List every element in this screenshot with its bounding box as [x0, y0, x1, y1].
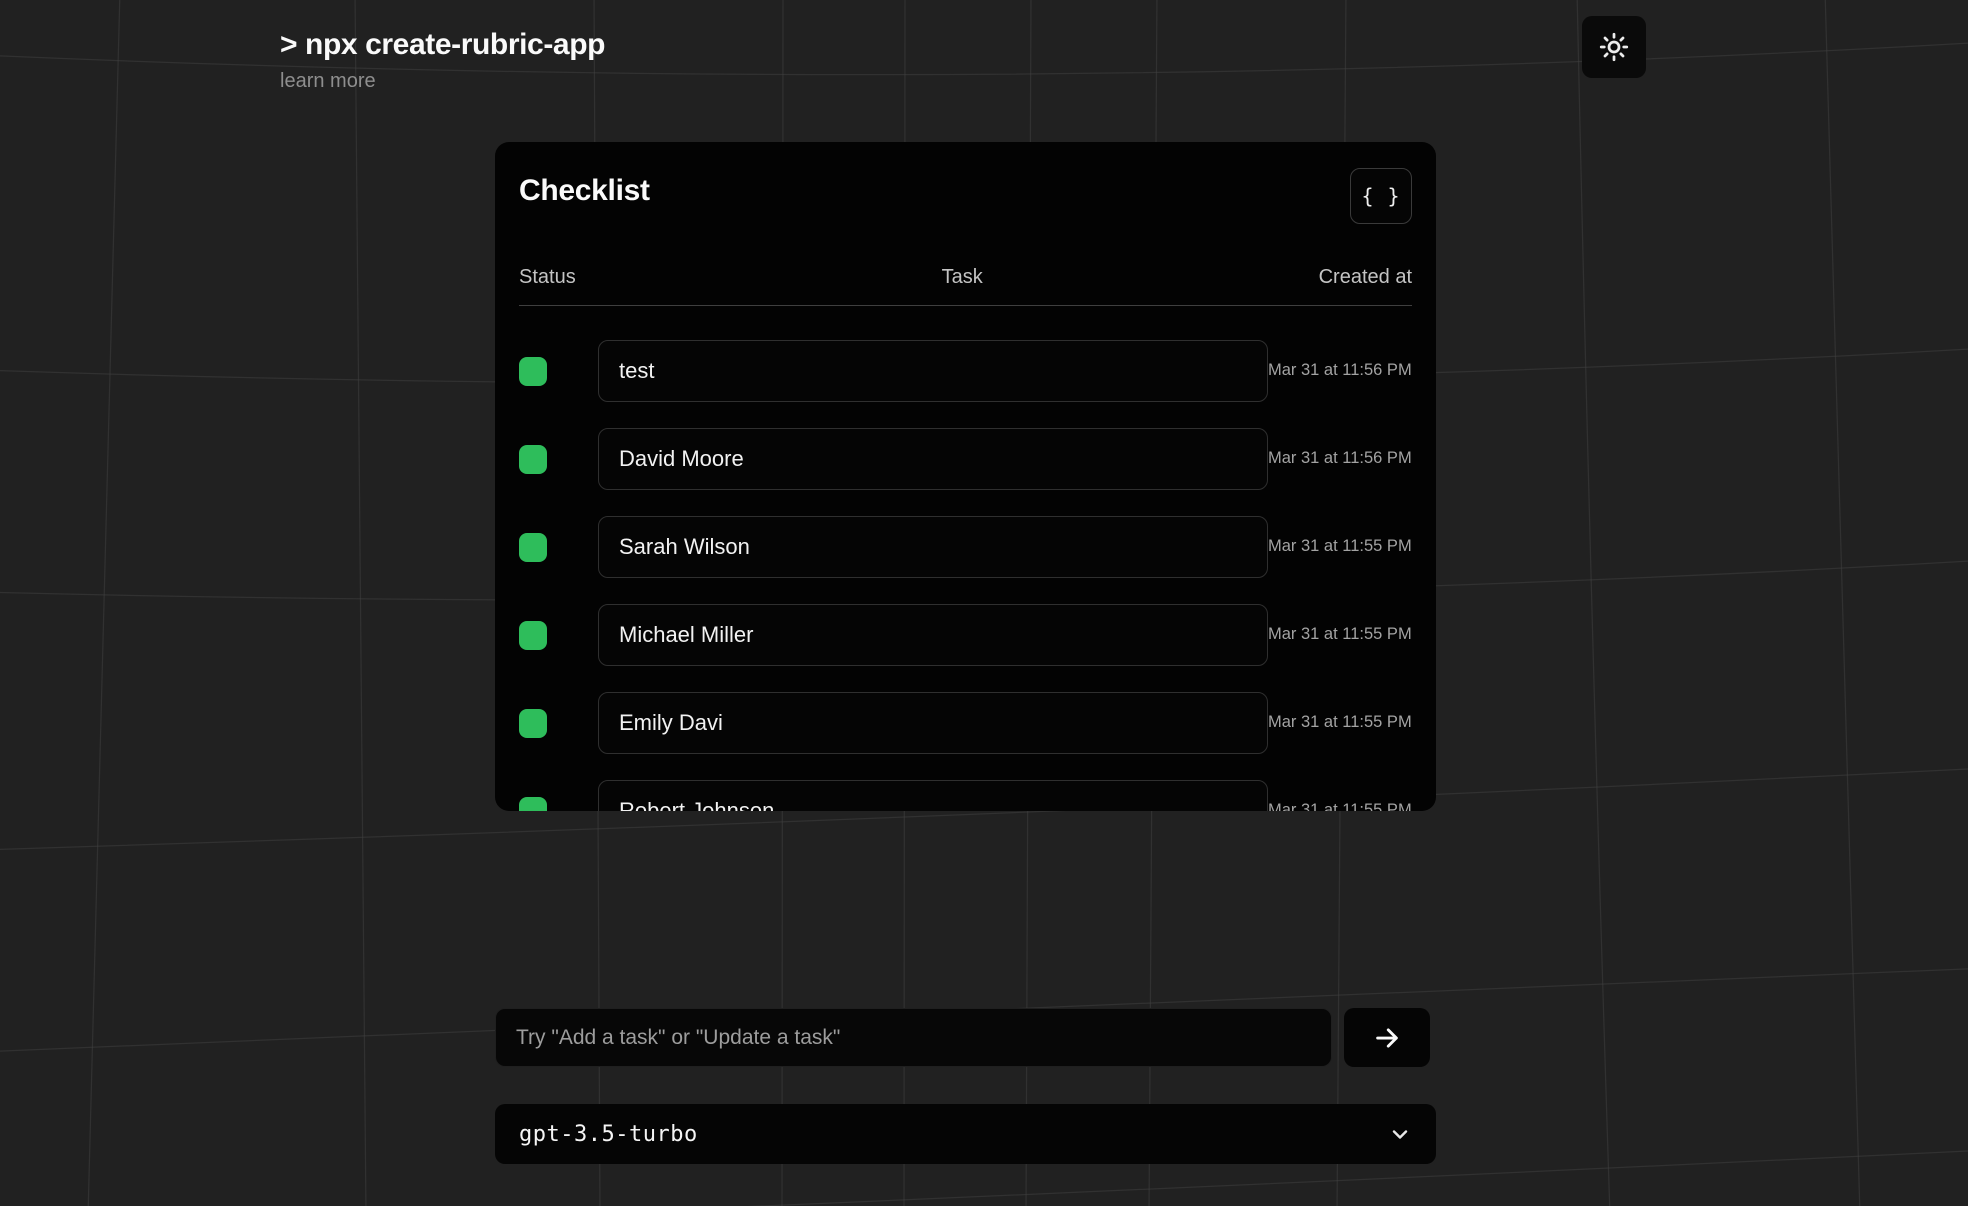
checklist-card-header: Checklist { } [519, 168, 1412, 224]
view-json-button[interactable]: { } [1350, 168, 1412, 224]
task-created-at: Mar 31 at 11:55 PM [1268, 711, 1412, 734]
task-created-at: Mar 31 at 11:55 PM [1268, 535, 1412, 558]
sun-icon [1599, 32, 1629, 62]
column-header-status: Status [519, 266, 576, 289]
chevron-down-icon [1388, 1122, 1412, 1146]
task-created-at: Mar 31 at 11:56 PM [1268, 447, 1412, 470]
task-status-checkbox[interactable] [519, 445, 547, 474]
column-header-task: Task [942, 266, 983, 289]
task-row: Mar 31 at 11:56 PM [519, 340, 1412, 402]
task-command-input[interactable] [495, 1008, 1332, 1067]
task-created-at: Mar 31 at 11:56 PM [1268, 359, 1412, 382]
submit-task-button[interactable] [1344, 1008, 1430, 1067]
column-header-created-at: Created at [1319, 266, 1412, 289]
task-name-input[interactable] [598, 604, 1268, 666]
table-divider [519, 305, 1412, 306]
task-row: Mar 31 at 11:56 PM [519, 428, 1412, 490]
task-name-input[interactable] [598, 340, 1268, 402]
task-name-input[interactable] [598, 692, 1268, 754]
page-title: > npx create-rubric-app [280, 28, 605, 62]
task-status-checkbox[interactable] [519, 357, 547, 386]
task-status-checkbox[interactable] [519, 621, 547, 650]
task-created-at: Mar 31 at 11:55 PM [1268, 623, 1412, 646]
task-name-input[interactable] [598, 516, 1268, 578]
arrow-right-icon [1372, 1023, 1402, 1053]
task-name-input[interactable] [598, 428, 1268, 490]
task-status-checkbox[interactable] [519, 533, 547, 562]
task-name-input[interactable] [598, 780, 1268, 811]
model-select-value: gpt-3.5-turbo [519, 1122, 698, 1147]
app: > npx create-rubric-app learn more Check… [0, 0, 1968, 1206]
checklist-card: Checklist { } Status Task Created at Mar… [495, 142, 1436, 811]
task-rows: Mar 31 at 11:56 PM Mar 31 at 11:56 PM Ma… [519, 340, 1412, 811]
model-select[interactable]: gpt-3.5-turbo [495, 1104, 1436, 1164]
learn-more-link[interactable]: learn more [280, 70, 376, 93]
checklist-title: Checklist [519, 174, 650, 208]
task-status-checkbox[interactable] [519, 797, 547, 812]
braces-icon: { } [1361, 184, 1400, 208]
task-row: Mar 31 at 11:55 PM [519, 692, 1412, 754]
page-header: > npx create-rubric-app learn more [280, 28, 605, 93]
table-column-headers: Status Task Created at [519, 266, 1412, 290]
task-status-checkbox[interactable] [519, 709, 547, 738]
task-created-at: Mar 31 at 11:55 PM [1268, 799, 1412, 811]
task-row: Mar 31 at 11:55 PM [519, 604, 1412, 666]
theme-toggle-button[interactable] [1582, 16, 1646, 78]
task-row: Mar 31 at 11:55 PM [519, 780, 1412, 811]
task-row: Mar 31 at 11:55 PM [519, 516, 1412, 578]
